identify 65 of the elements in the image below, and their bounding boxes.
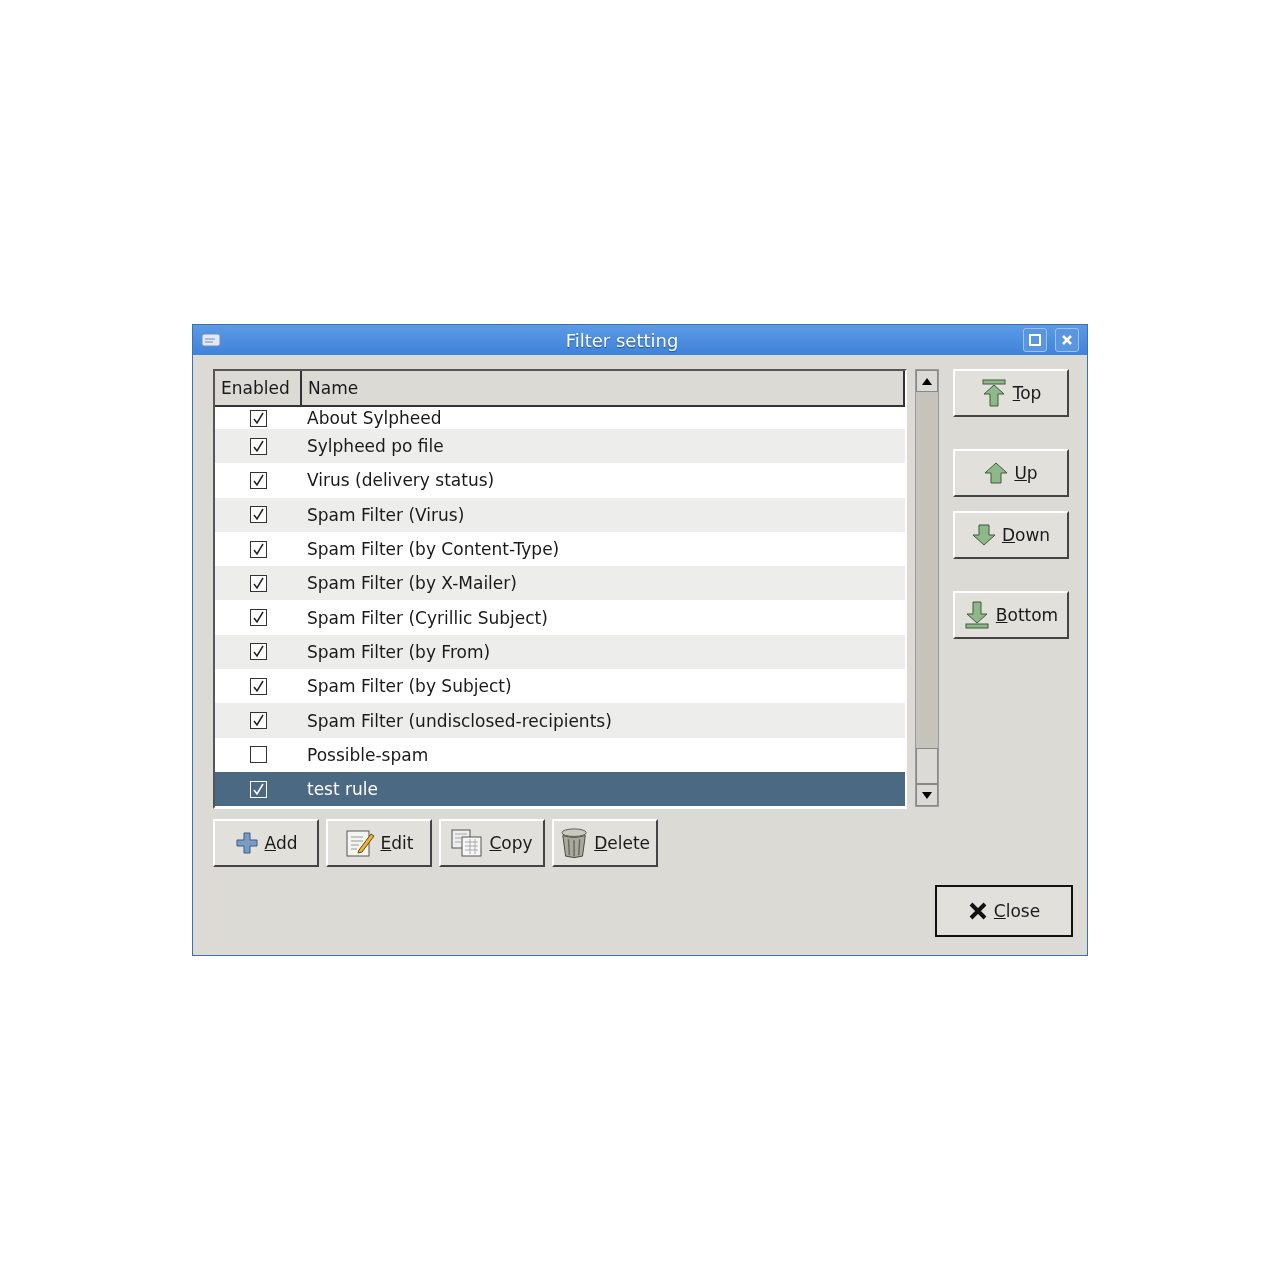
maximize-icon (1029, 334, 1041, 346)
checkbox[interactable] (249, 712, 267, 729)
filter-name: Spam Filter (by Subject) (306, 676, 512, 697)
checkbox[interactable] (249, 471, 267, 489)
filter-name: Virus (delivery status) (306, 470, 495, 491)
delete-button[interactable]: Delete (552, 819, 658, 867)
checkbox[interactable] (249, 574, 267, 592)
close-icon (967, 901, 988, 921)
filter-name: Spam Filter (Virus) (306, 504, 465, 525)
filter-row[interactable]: Spam Filter (undisclosed-recipients) (215, 703, 905, 738)
checkbox[interactable] (249, 746, 267, 764)
filter-name: Possible-spam (306, 744, 429, 765)
checkbox[interactable] (249, 437, 267, 455)
filter-name: test rule (306, 779, 378, 800)
checkbox[interactable] (249, 609, 267, 627)
column-header[interactable]: Enabled (215, 371, 302, 405)
move-bottom-button[interactable]: Bottom (953, 591, 1069, 639)
checkbox[interactable] (249, 409, 267, 427)
filter-row[interactable]: About Sylpheed (215, 407, 905, 429)
filter-row[interactable]: Spam Filter (Cyrillic Subject) (215, 600, 905, 635)
add-button[interactable]: Add (213, 819, 319, 867)
down-arrow-icon[interactable] (922, 791, 932, 799)
document-pencil-icon (344, 828, 375, 858)
close-icon (1061, 334, 1073, 346)
window-title: Filter setting (564, 329, 680, 351)
column-header[interactable]: Name (302, 371, 905, 405)
filter-name: Spam Filter (by X-Mailer) (306, 573, 517, 594)
plus-icon (234, 831, 259, 855)
scrollbar-thumb[interactable] (916, 748, 938, 784)
filter-name: Spam Filter (undisclosed-recipients) (306, 710, 612, 731)
close-window-button[interactable] (1055, 328, 1079, 352)
copy-documents-icon (451, 829, 484, 857)
arrow-up-icon (984, 462, 1009, 484)
filter-row[interactable]: Spam Filter (by Subject) (215, 669, 905, 704)
checkbox[interactable] (249, 506, 267, 524)
copy-button[interactable]: Copy (439, 819, 545, 867)
move-up-button[interactable]: Up (953, 449, 1069, 497)
window-menu-icon[interactable] (201, 332, 221, 348)
close-button[interactable]: Close (935, 885, 1073, 937)
move-down-button[interactable]: Down (953, 511, 1069, 559)
filter-row[interactable]: Possible-spam (215, 737, 905, 772)
filter-row[interactable]: Spam Filter (by Content-Type) (215, 531, 905, 567)
filter-name: Sylpheed po file (306, 436, 444, 457)
filter-name: Spam Filter (Cyrillic Subject) (306, 607, 548, 628)
filter-row[interactable]: Spam Filter (by X-Mailer) (215, 566, 905, 601)
trash-can-icon (560, 826, 589, 860)
move-top-button[interactable]: Top (953, 369, 1069, 417)
checkbox[interactable] (249, 643, 267, 661)
checkbox[interactable] (249, 540, 267, 558)
arrow-down-icon (971, 524, 996, 546)
up-arrow-icon[interactable] (922, 377, 932, 385)
maximize-button[interactable] (1023, 328, 1047, 352)
filter-row[interactable]: test rule (215, 771, 905, 807)
arrow-up-to-bar-icon (980, 379, 1007, 407)
filter-row[interactable]: Virus (delivery status) (215, 463, 905, 498)
arrow-down-to-bar-icon (963, 601, 990, 629)
scrollbar[interactable] (915, 369, 939, 807)
filter-row[interactable]: Spam Filter (Virus) (215, 497, 905, 532)
filter-name: Spam Filter (by Content-Type) (306, 539, 560, 560)
filter-name: Spam Filter (by From) (306, 641, 491, 662)
filter-row[interactable]: Spam Filter (by From) (215, 634, 905, 670)
checkbox[interactable] (249, 677, 267, 695)
edit-button[interactable]: Edit (326, 819, 432, 867)
filter-name: About Sylpheed (306, 408, 442, 428)
filter-row[interactable]: Sylpheed po file (215, 429, 905, 464)
